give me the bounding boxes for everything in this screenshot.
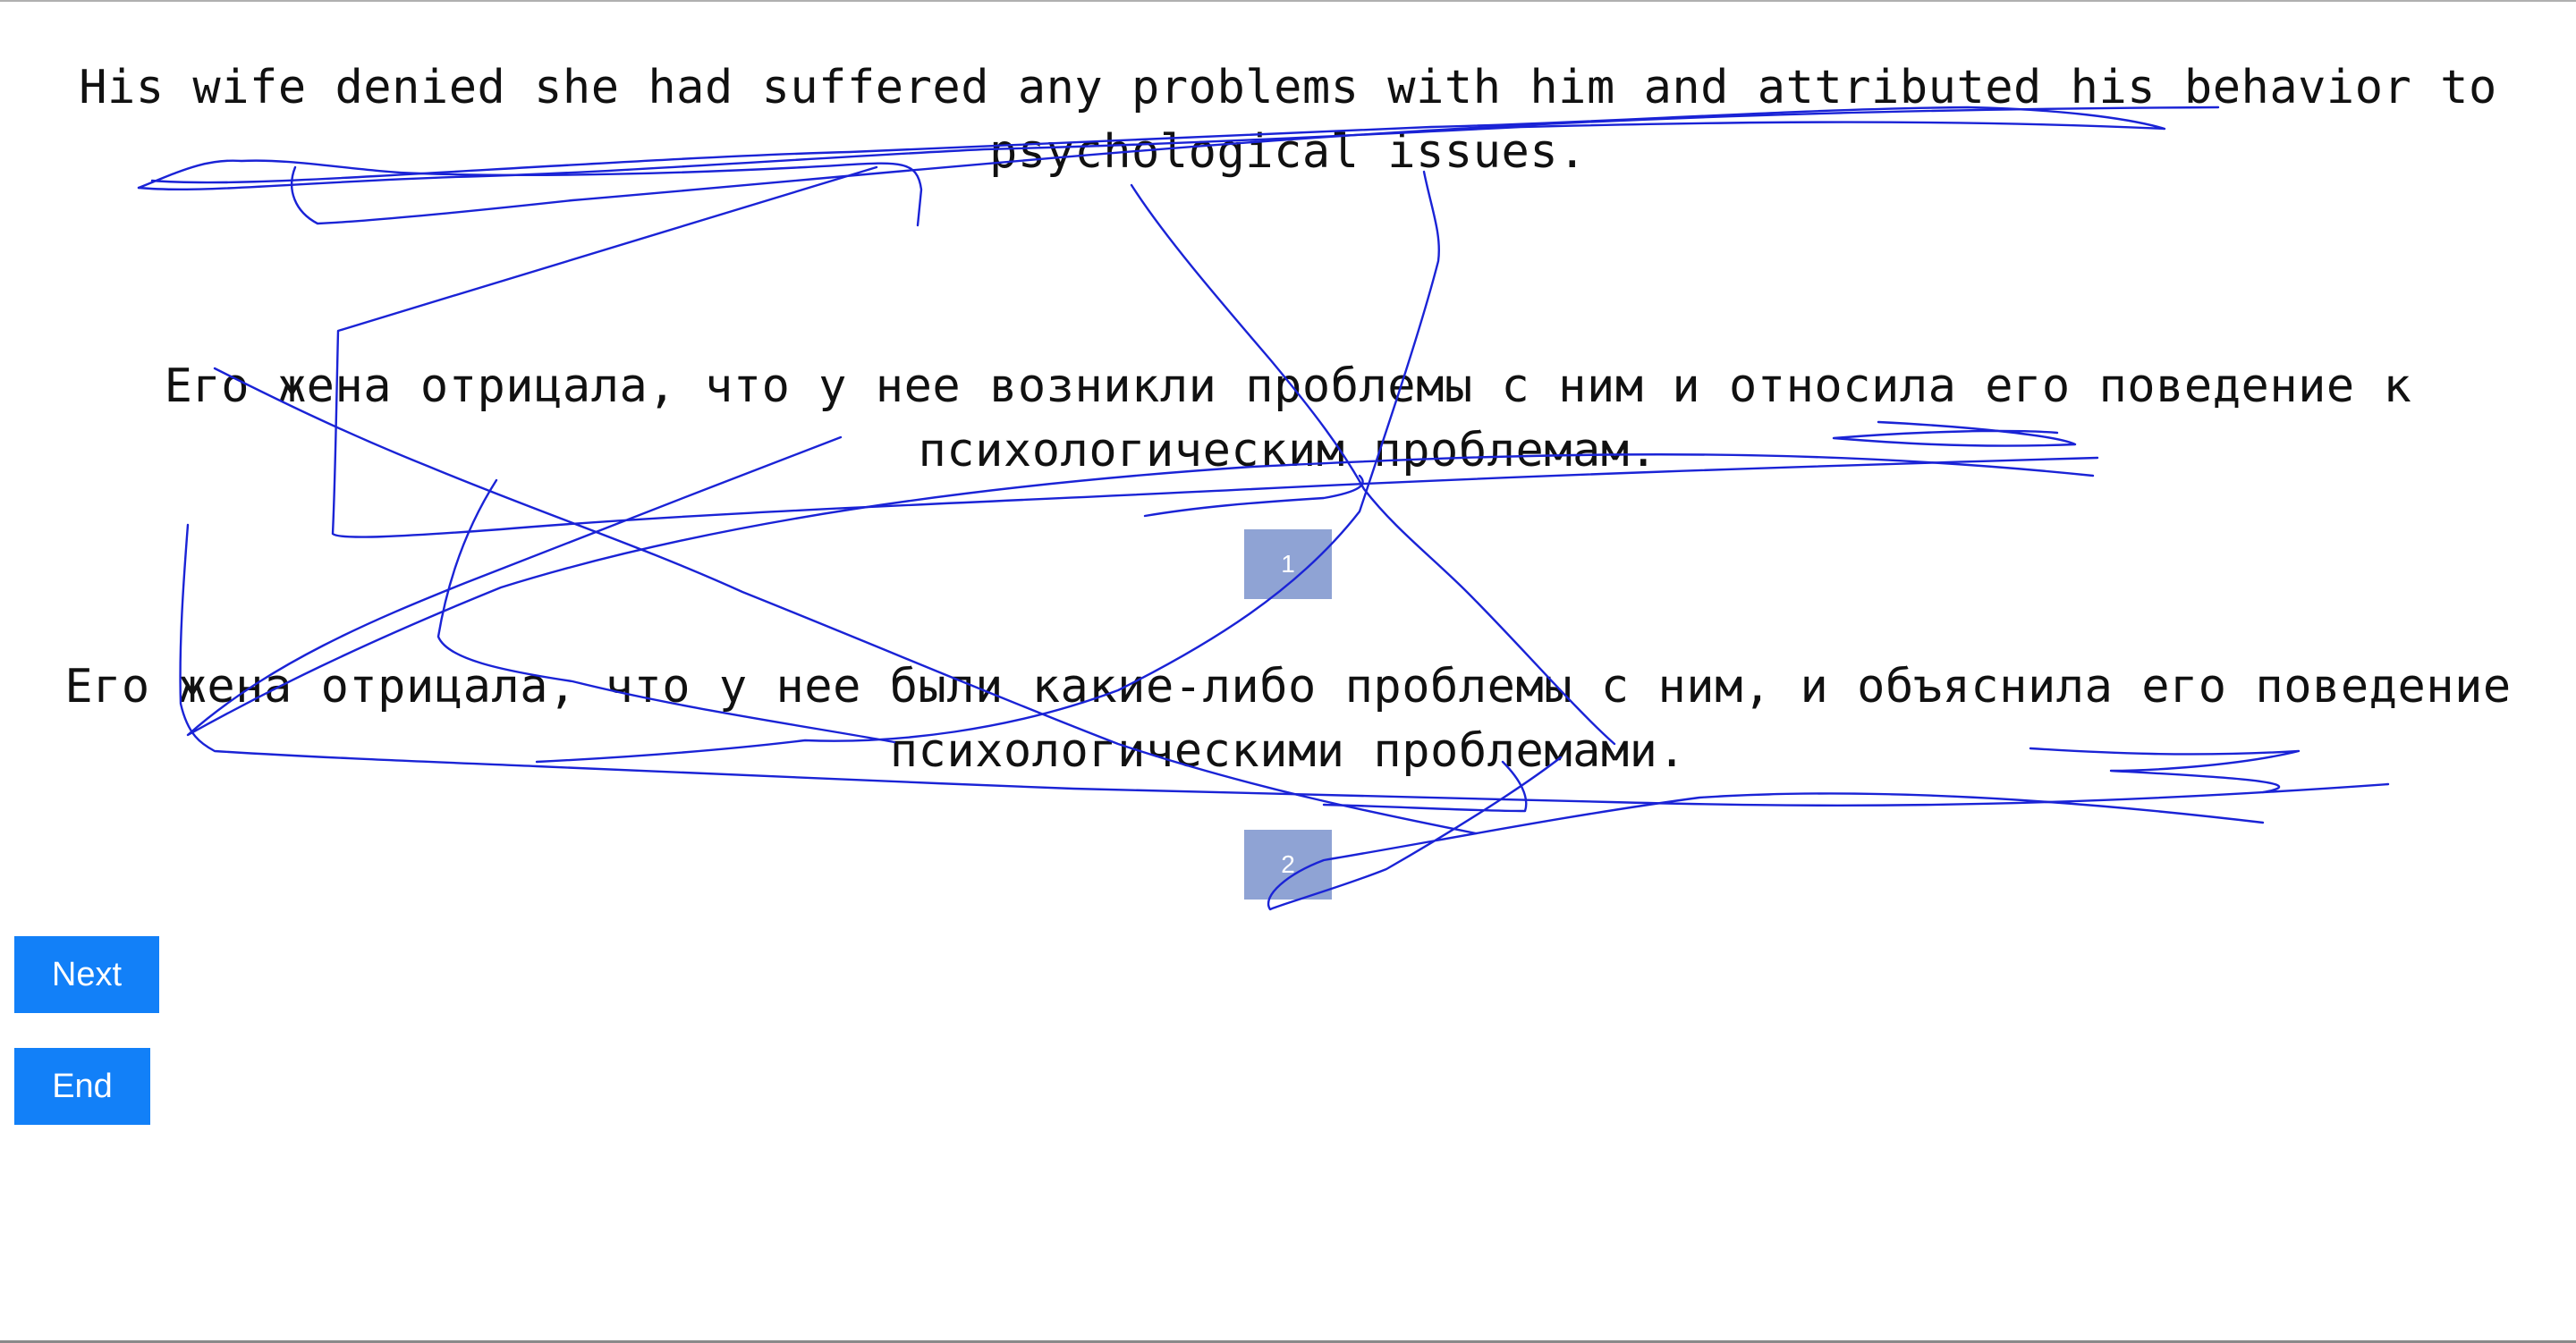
source-sentence: His wife denied she had suffered any pro… bbox=[79, 61, 2497, 179]
end-button[interactable]: End bbox=[14, 1048, 150, 1125]
choose-translation-1-button[interactable]: 1 bbox=[1244, 529, 1332, 599]
next-button[interactable]: Next bbox=[14, 936, 159, 1013]
translation-option-2: Его жена отрицала, что у нее были какие-… bbox=[64, 660, 2512, 778]
annotation-page: His wife denied she had suffered any pro… bbox=[0, 0, 2576, 1343]
choose-translation-2-button[interactable]: 2 bbox=[1244, 830, 1332, 900]
translation-option-1: Его жена отрицала, что у нее возникли пр… bbox=[164, 359, 2412, 477]
